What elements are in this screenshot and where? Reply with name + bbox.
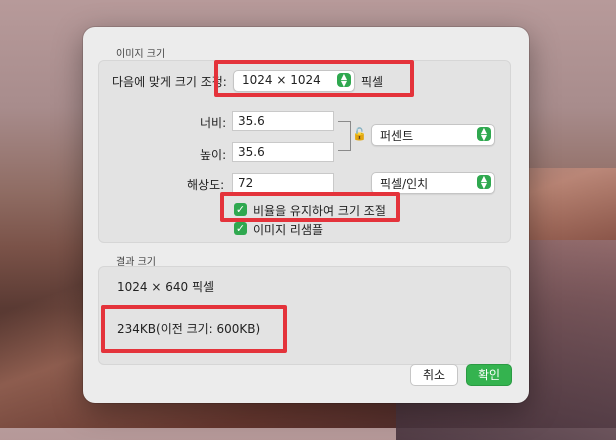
chevron-updown-icon: ▲ ▼ (477, 127, 491, 142)
width-label: 너비: (200, 116, 227, 130)
resolution-unit-value: 픽셀/인치 (380, 177, 429, 191)
width-field[interactable]: 35.6 (232, 111, 334, 131)
resolution-field[interactable]: 72 (232, 173, 334, 193)
chevron-updown-icon: ▲ ▼ (477, 175, 491, 190)
resolution-unit-popup[interactable]: 픽셀/인치 ▲ ▼ (371, 172, 495, 194)
resample-label: 이미지 리샘플 (253, 223, 324, 237)
lock-icon[interactable]: 🔓 (352, 127, 367, 141)
highlight-keep-ratio (220, 192, 400, 222)
resample-checkbox[interactable]: ✓ (234, 222, 247, 235)
highlight-file-size (101, 305, 287, 353)
fit-label: 다음에 맞게 크기 조정: (112, 75, 227, 89)
height-field[interactable]: 35.6 (232, 142, 334, 162)
lock-bracket (338, 121, 351, 151)
height-label: 높이: (200, 148, 227, 162)
highlight-fit-size (214, 60, 414, 97)
result-dimensions: 1024 × 640 픽셀 (117, 280, 215, 294)
resolution-label: 해상도: (187, 178, 225, 192)
unit-value: 퍼센트 (380, 129, 414, 143)
ok-button[interactable]: 확인 (466, 364, 512, 386)
cancel-button[interactable]: 취소 (410, 364, 458, 386)
unit-popup[interactable]: 퍼센트 ▲ ▼ (371, 124, 495, 146)
image-size-section-label: 이미지 크기 (116, 49, 166, 60)
